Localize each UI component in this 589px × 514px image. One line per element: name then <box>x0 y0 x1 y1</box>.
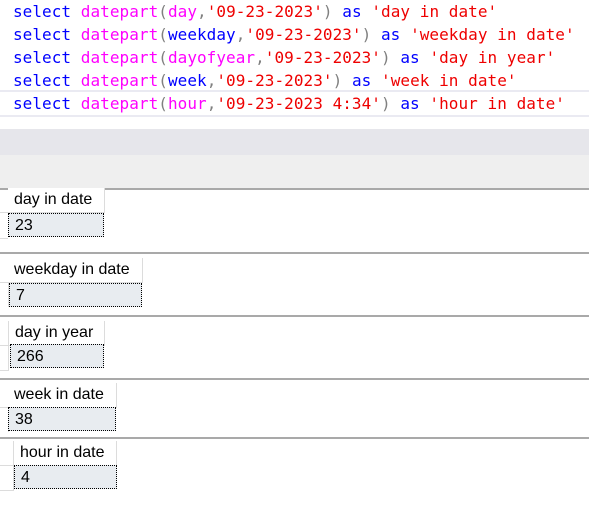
result-grid[interactable]: weekday in date 7 <box>0 252 589 316</box>
result-grid[interactable]: hour in date 4 <box>0 437 589 507</box>
datepart-arg: weekday <box>167 25 236 44</box>
code-line[interactable]: select datepart(week,'09-23-2023') as 'w… <box>0 69 589 92</box>
row-divider <box>0 238 8 239</box>
grid-separator <box>0 437 589 439</box>
keyword-as: as <box>342 2 362 21</box>
grid-separator <box>0 378 589 380</box>
grid-separator <box>0 252 589 254</box>
row-selector-header <box>0 441 14 465</box>
datepart-arg: week <box>167 71 207 90</box>
results-toolbar <box>0 155 589 190</box>
function-name: datepart <box>80 25 159 44</box>
date-literal: '09-23-2023' <box>206 2 323 21</box>
function-name: datepart <box>80 48 159 67</box>
date-literal: '09-23-2023' <box>264 48 381 67</box>
grid-separator <box>0 315 589 317</box>
date-literal: '09-23-2023' <box>245 25 362 44</box>
keyword-select: select <box>13 94 72 113</box>
row-selector[interactable] <box>0 283 9 307</box>
keyword-as: as <box>381 25 401 44</box>
row-selector[interactable] <box>0 466 14 490</box>
date-literal: '09-23-2023' <box>216 71 333 90</box>
row-selector[interactable] <box>0 346 9 370</box>
editor-scroll-region <box>0 129 589 155</box>
function-name: datepart <box>80 94 159 113</box>
code-line-current[interactable]: select datepart(hour,'09-23-2023 4:34') … <box>0 90 589 117</box>
keyword-as: as <box>400 48 420 67</box>
column-header[interactable]: day in date <box>8 188 105 212</box>
code-line[interactable]: select datepart(dayofyear,'09-23-2023') … <box>0 46 589 69</box>
row-divider <box>0 490 14 491</box>
row-selector-header <box>0 321 9 345</box>
datepart-arg: day <box>167 2 198 21</box>
result-cell[interactable]: 23 <box>8 213 104 237</box>
result-cell[interactable]: 38 <box>8 407 116 431</box>
column-alias: 'day in date' <box>371 2 498 21</box>
function-name: datepart <box>80 2 159 21</box>
keyword-as: as <box>351 71 372 90</box>
column-header[interactable]: hour in date <box>14 441 117 465</box>
column-alias: 'week in date' <box>381 71 517 90</box>
datepart-arg: dayofyear <box>167 48 256 67</box>
code-line[interactable]: select datepart(day,'09-23-2023') as 'da… <box>0 0 589 23</box>
column-header[interactable]: week in date <box>8 383 117 407</box>
row-divider <box>0 370 9 371</box>
keyword-select: select <box>13 71 72 90</box>
datepart-arg: hour <box>167 94 207 113</box>
column-alias: 'weekday in date' <box>410 25 575 44</box>
column-header[interactable]: day in year <box>9 321 105 345</box>
column-header[interactable]: weekday in date <box>8 258 143 282</box>
result-cell[interactable]: 266 <box>10 344 104 368</box>
result-grid[interactable]: day in year 266 <box>0 315 589 379</box>
function-name: datepart <box>80 71 159 90</box>
result-grid[interactable]: week in date 38 <box>0 378 589 438</box>
keyword-select: select <box>13 2 72 21</box>
result-cell[interactable]: 7 <box>9 283 142 307</box>
result-grid[interactable]: day in date 23 <box>0 188 589 252</box>
query-editor[interactable]: select datepart(day,'09-23-2023') as 'da… <box>0 0 589 117</box>
column-alias: 'hour in date' <box>429 94 565 113</box>
keyword-select: select <box>13 25 72 44</box>
result-cell[interactable]: 4 <box>14 465 117 489</box>
keyword-select: select <box>13 48 72 67</box>
column-alias: 'day in year' <box>429 48 556 67</box>
date-literal: '09-23-2023 4:34' <box>216 94 381 113</box>
code-line[interactable]: select datepart(weekday,'09-23-2023') as… <box>0 23 589 46</box>
keyword-as: as <box>400 94 420 113</box>
